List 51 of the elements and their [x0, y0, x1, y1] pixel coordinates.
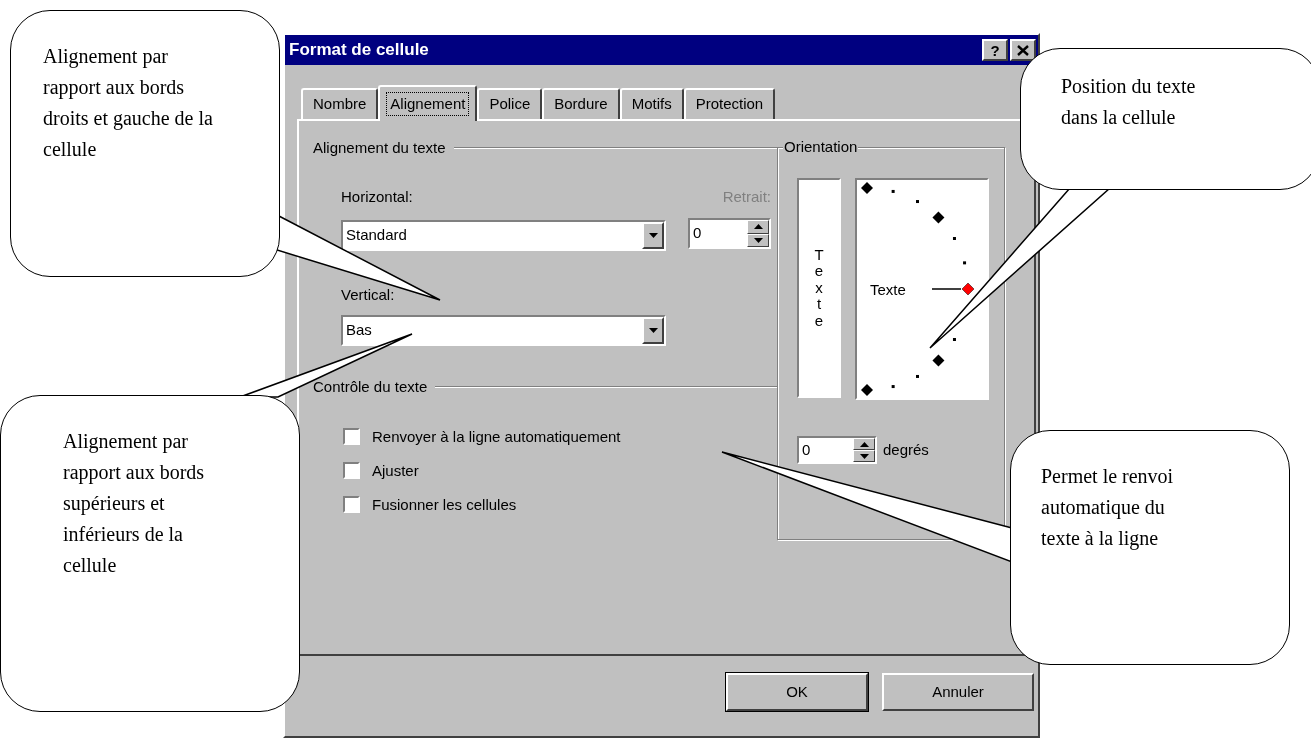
- checkbox-label[interactable]: Renvoyer à la ligne automatiquement: [372, 429, 621, 444]
- field-label: Horizontal:: [341, 186, 414, 207]
- spin-up-button[interactable]: [853, 438, 875, 450]
- spin-up-button[interactable]: [747, 220, 769, 234]
- selected-angle-marker-icon[interactable]: [961, 282, 975, 296]
- angle-marker-icon[interactable]: [932, 211, 945, 224]
- up-arrow-icon: [859, 441, 869, 447]
- field-label: Vertical:: [341, 285, 396, 305]
- cancel-button[interactable]: Annuler: [882, 673, 1034, 711]
- close-button[interactable]: [1010, 39, 1036, 61]
- angle-line: [931, 288, 962, 290]
- spin-down-button[interactable]: [853, 450, 875, 462]
- checkbox[interactable]: [343, 428, 360, 445]
- dropdown-field[interactable]: Standard: [341, 220, 666, 251]
- checkbox[interactable]: [343, 496, 360, 513]
- dropdown-arrow-icon: [753, 237, 763, 243]
- callout-bubble: Permet le renvoi automatique du texte à la ligne: [1010, 430, 1290, 665]
- dropdown-button[interactable]: [642, 316, 664, 344]
- angle-marker-icon[interactable]: [932, 354, 945, 367]
- tab[interactable]: Nombre: [301, 88, 379, 119]
- degrees-label: degrés: [883, 439, 929, 460]
- dropdown-arrow-icon: [648, 233, 658, 238]
- dropdown-button[interactable]: [642, 222, 664, 249]
- window-title: Format de cellule: [289, 39, 429, 62]
- angle-marker-icon[interactable]: [861, 182, 873, 194]
- callout-bubble: Alignement par rapport aux bords supérieurs et inférieurs de la cellule: [0, 395, 300, 712]
- vertical-text-option[interactable]: Texte: [797, 178, 841, 398]
- angle-marker-icon[interactable]: [861, 384, 873, 396]
- tab[interactable]: Bordure: [542, 88, 620, 119]
- tab[interactable]: Police: [477, 88, 543, 119]
- callout-bubble: Alignement par rapport aux bords droits et gauche de la cellule: [10, 10, 280, 277]
- tab[interactable]: Protection: [683, 88, 776, 119]
- checkbox-label[interactable]: Ajuster: [372, 463, 419, 478]
- callout-bubble: Position du texte dans la cellule: [1020, 48, 1311, 190]
- dropdown-arrow-icon: [648, 327, 658, 333]
- help-button[interactable]: ?: [982, 39, 1008, 61]
- dropdown-field[interactable]: Bas: [341, 314, 666, 346]
- group-label: Contrôle du texte: [313, 376, 428, 397]
- checkbox[interactable]: [343, 462, 360, 479]
- group-label: Alignement du texte: [313, 138, 446, 158]
- close-icon: [1017, 44, 1029, 56]
- tab[interactable]: Alignement: [378, 85, 478, 121]
- ok-button[interactable]: OK: [726, 673, 868, 711]
- dial-text: Texte: [870, 281, 906, 298]
- checkbox-label[interactable]: Fusionner les cellules: [372, 497, 517, 512]
- tab[interactable]: Motifs: [619, 88, 684, 119]
- dropdown-arrow-icon: [859, 453, 869, 459]
- field-label: Retrait:: [721, 186, 771, 207]
- orientation-dial[interactable]: Texte: [855, 178, 989, 400]
- degrees-spinner[interactable]: 0: [797, 436, 877, 464]
- up-arrow-icon: [753, 224, 763, 230]
